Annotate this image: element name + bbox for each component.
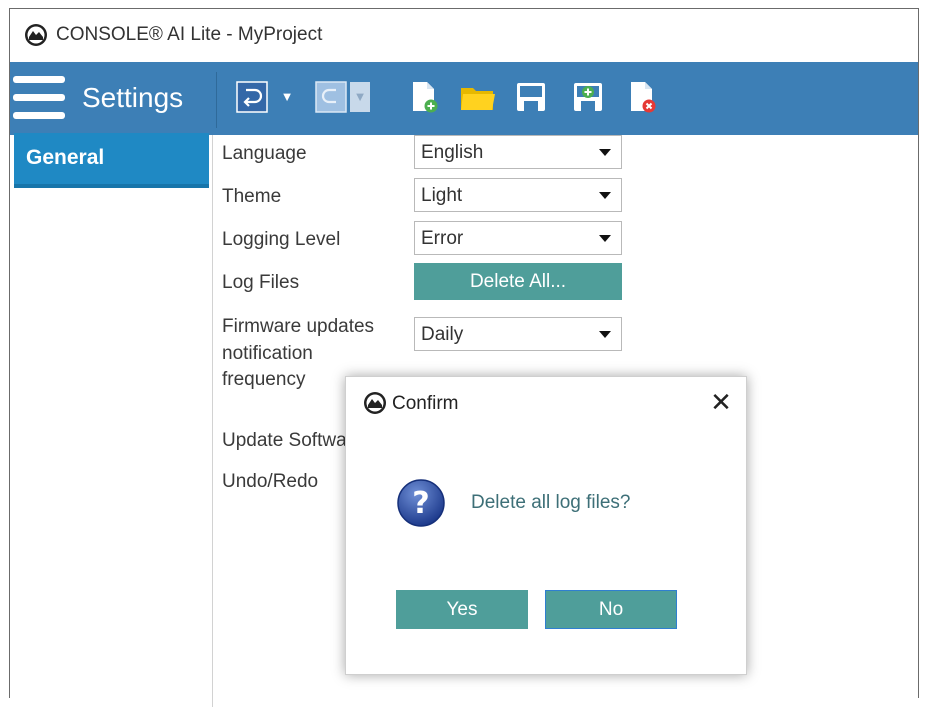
sidebar-item-general[interactable]: General — [14, 133, 209, 188]
sidebar-divider — [212, 135, 213, 707]
toolbar-divider — [216, 72, 217, 128]
update-software-label: Update Softwa — [222, 430, 347, 451]
firmware-frequency-dropdown[interactable]: Daily — [414, 317, 622, 351]
language-value: English — [421, 142, 484, 163]
new-file-icon[interactable] — [409, 80, 441, 114]
hamburger-menu-icon[interactable] — [13, 76, 65, 120]
svg-text:?: ? — [412, 486, 429, 521]
logging-level-dropdown[interactable]: Error — [414, 221, 622, 255]
chevron-down-icon — [599, 149, 611, 156]
log-files-label: Log Files — [222, 272, 300, 293]
logging-level-label: Logging Level — [222, 229, 341, 250]
undo-dropdown-icon[interactable]: ▼ — [277, 87, 297, 107]
theme-label: Theme — [222, 186, 282, 207]
firmware-label-line-3: frequency — [222, 369, 306, 390]
yes-button[interactable]: Yes — [396, 590, 528, 629]
firmware-label-line-1: Firmware updates — [222, 316, 375, 337]
language-dropdown[interactable]: English — [414, 135, 622, 169]
chevron-down-icon — [599, 192, 611, 199]
undo-icon[interactable] — [236, 80, 268, 114]
sidebar-item-label: General — [26, 146, 105, 169]
close-file-icon[interactable] — [627, 80, 659, 114]
app-window: CONSOLE® AI Lite - MyProject Settings ▼ … — [9, 8, 919, 707]
chevron-down-icon — [599, 331, 611, 338]
dialog-title: Confirm — [392, 393, 459, 414]
redo-dropdown-icon[interactable]: ▼ — [350, 82, 370, 112]
question-icon: ? — [397, 479, 445, 527]
save-as-icon[interactable] — [572, 80, 604, 114]
no-button[interactable]: No — [545, 590, 677, 629]
app-logo-icon — [364, 392, 386, 414]
firmware-label-line-2: notification — [222, 343, 313, 364]
chevron-down-icon — [599, 235, 611, 242]
firmware-frequency-value: Daily — [421, 324, 464, 345]
dialog-message: Delete all log files? — [471, 492, 631, 513]
window-title: CONSOLE® AI Lite - MyProject — [56, 24, 323, 45]
undo-redo-label: Undo/Redo — [222, 471, 319, 492]
confirm-dialog: Confirm ✕ ? Delete all log files? Yes No — [345, 376, 747, 675]
page-title: Settings — [82, 82, 184, 113]
toolbar: Settings ▼ ▼ — [10, 62, 918, 135]
theme-value: Light — [421, 185, 463, 206]
logging-level-value: Error — [421, 228, 464, 249]
theme-dropdown[interactable]: Light — [414, 178, 622, 212]
title-bar: CONSOLE® AI Lite - MyProject — [10, 9, 918, 62]
save-icon[interactable] — [515, 80, 547, 114]
redo-icon[interactable] — [315, 80, 347, 114]
delete-all-logs-button[interactable]: Delete All... — [414, 263, 622, 300]
language-label: Language — [222, 143, 307, 164]
close-icon[interactable]: ✕ — [706, 387, 736, 417]
app-logo-icon — [25, 24, 47, 46]
open-folder-icon[interactable] — [459, 80, 497, 114]
